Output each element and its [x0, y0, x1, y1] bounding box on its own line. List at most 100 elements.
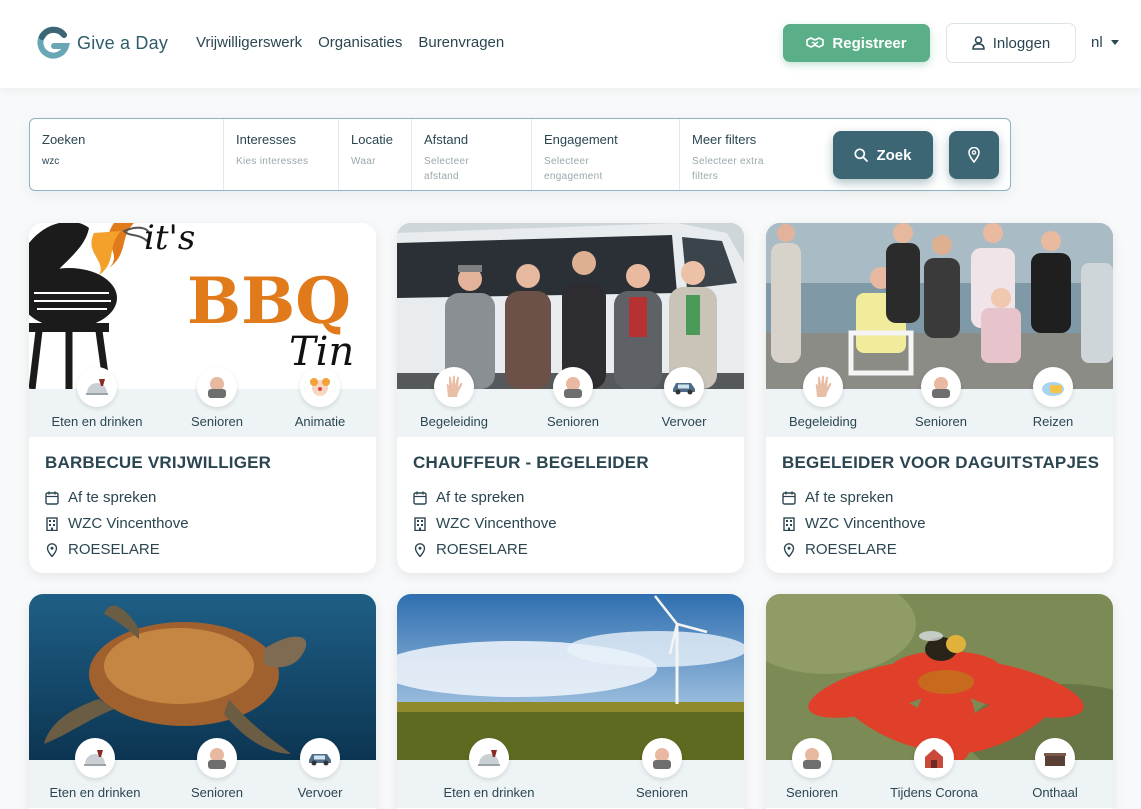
engagement-text: Af te spreken — [68, 489, 157, 506]
card-location: ROESELARE — [45, 541, 160, 558]
location-placeholder: Waar — [351, 156, 376, 167]
building-icon — [46, 516, 58, 531]
calendar-icon — [45, 491, 59, 505]
category-label: Vervoer — [297, 785, 343, 800]
language-value: nl — [1091, 34, 1103, 51]
seniors-icon — [921, 367, 961, 407]
category-reizen[interactable]: Reizen — [988, 367, 1113, 429]
search-field-locatie[interactable]: Locatie Waar — [339, 119, 412, 190]
card-organisation: WZC Vincenthove — [782, 515, 926, 532]
nav-burenvragen[interactable]: Burenvragen — [418, 34, 504, 51]
map-pin-icon — [783, 542, 795, 557]
vacancy-card-5[interactable]: Eten en drinken Senioren — [397, 594, 744, 809]
register-button[interactable]: Registreer — [783, 24, 930, 62]
map-pin-icon — [414, 542, 426, 557]
search-field-zoeken[interactable]: Zoeken wzc — [30, 119, 224, 190]
category-begeleiding[interactable]: Begeleiding — [397, 367, 519, 429]
user-icon — [971, 36, 985, 50]
food-cloche-icon — [469, 738, 509, 778]
category-eten-en-drinken[interactable]: Eten en drinken — [424, 738, 554, 800]
category-vervoer[interactable]: Vervoer — [255, 738, 376, 800]
category-label: Tijdens Corona — [890, 785, 978, 800]
engagement-placeholder: Selecteer engagement — [544, 156, 603, 182]
category-bar: Eten en drinken Senioren — [397, 738, 744, 808]
reception-desk-icon — [1035, 738, 1075, 778]
location-text: ROESELARE — [436, 541, 528, 558]
location-pin-icon — [968, 147, 980, 163]
search-button[interactable]: Zoek — [833, 131, 933, 179]
food-cloche-icon — [75, 738, 115, 778]
language-select[interactable]: nl — [1091, 34, 1119, 51]
category-bar: Eten en drinken Senioren Vervoer — [29, 738, 376, 808]
bbq-image: it's BBQ Tin — [29, 223, 376, 389]
building-icon — [414, 516, 426, 531]
category-bar: Senioren Tijdens Corona Onthaal — [766, 738, 1113, 808]
category-label: Senioren — [785, 785, 839, 800]
card-location: ROESELARE — [782, 541, 897, 558]
vacancy-card-chauffeur[interactable]: Begeleiding Senioren Vervoer CHAUFFEUR -… — [397, 223, 744, 573]
category-senioren[interactable]: Senioren — [597, 738, 727, 800]
category-label: Begeleiding — [789, 414, 857, 429]
distance-placeholder: Selecteer afstand — [424, 156, 469, 182]
group-photo-bus — [397, 223, 744, 389]
bbq-image-text-its: it's — [144, 223, 195, 258]
category-label: Senioren — [914, 414, 968, 429]
nav-organisaties[interactable]: Organisaties — [318, 34, 402, 51]
map-view-button[interactable] — [949, 131, 999, 179]
card-organisation: WZC Vincenthove — [413, 515, 557, 532]
distance-label: Afstand — [424, 132, 469, 147]
search-field-engagement[interactable]: Engagement Selecteer engagement — [532, 119, 680, 190]
bbq-image-text-bbq: BBQ — [187, 264, 351, 339]
handshake-icon — [806, 37, 825, 48]
vacancy-card-6[interactable]: Senioren Tijdens Corona Onthaal — [766, 594, 1113, 809]
car-icon — [300, 738, 340, 778]
vacancy-card-daguitstapjes[interactable]: Begeleiding Senioren Reizen BEGELEIDER V… — [766, 223, 1113, 573]
search-field-meer-filters[interactable]: Meer filters Selecteer extra filters — [680, 119, 820, 190]
caret-down-icon — [1110, 40, 1119, 45]
search-field-afstand[interactable]: Afstand Selecteer afstand — [412, 119, 532, 190]
category-vervoer[interactable]: Vervoer — [619, 367, 744, 429]
brand-logo[interactable]: Give a Day — [36, 26, 168, 60]
building-icon — [783, 516, 795, 531]
login-button[interactable]: Inloggen — [946, 23, 1076, 63]
category-senioren[interactable]: Senioren — [766, 738, 877, 800]
beach-group-photo — [766, 223, 1113, 389]
card-engagement: Af te spreken — [782, 489, 893, 506]
category-onthaal[interactable]: Onthaal — [990, 738, 1113, 800]
category-tijdens-corona[interactable]: Tijdens Corona — [869, 738, 999, 800]
category-animatie[interactable]: Animatie — [255, 367, 376, 429]
category-begeleiding[interactable]: Begeleiding — [766, 367, 888, 429]
category-label: Eten en drinken — [49, 785, 141, 800]
category-label: Eten en drinken — [51, 414, 143, 429]
category-eten-en-drinken[interactable]: Eten en drinken — [32, 367, 162, 429]
interests-placeholder: Kies interesses — [236, 156, 309, 167]
location-text: ROESELARE — [805, 541, 897, 558]
map-pin-icon — [46, 542, 58, 557]
card-title: CHAUFFEUR - BEGELEIDER — [413, 453, 649, 472]
vacancy-card-barbecue[interactable]: it's BBQ Tin Eten en drinken Senioren An… — [29, 223, 376, 573]
seniors-icon — [792, 738, 832, 778]
seniors-icon — [197, 738, 237, 778]
category-label: Begeleiding — [420, 414, 488, 429]
vacancy-card-4[interactable]: Eten en drinken Senioren Vervoer — [29, 594, 376, 809]
travel-icon — [1033, 367, 1073, 407]
search-input-value[interactable]: wzc — [42, 156, 211, 167]
location-label: Locatie — [351, 132, 393, 147]
category-eten-en-drinken[interactable]: Eten en drinken — [30, 738, 160, 800]
category-label: Onthaal — [1032, 785, 1078, 800]
engagement-label: Engagement — [544, 132, 618, 147]
card-engagement: Af te spreken — [45, 489, 156, 506]
search-field-interesses[interactable]: Interesses Kies interesses — [224, 119, 339, 190]
nav-vrijwilligerswerk[interactable]: Vrijwilligerswerk — [196, 34, 302, 51]
site-header: Give a Day Vrijwilligerswerk Organisatie… — [0, 0, 1141, 88]
category-label: Reizen — [1032, 414, 1074, 429]
bee-on-red-flower — [766, 594, 1113, 760]
category-senioren[interactable]: Senioren — [876, 367, 1006, 429]
main-nav: Vrijwilligerswerk Organisaties Burenvrag… — [196, 34, 504, 51]
clown-icon — [300, 367, 340, 407]
seniors-icon — [197, 367, 237, 407]
search-field-label: Zoeken — [42, 132, 86, 147]
location-text: ROESELARE — [68, 541, 160, 558]
more-filters-label: Meer filters — [692, 132, 757, 147]
organisation-text: WZC Vincenthove — [436, 515, 557, 532]
